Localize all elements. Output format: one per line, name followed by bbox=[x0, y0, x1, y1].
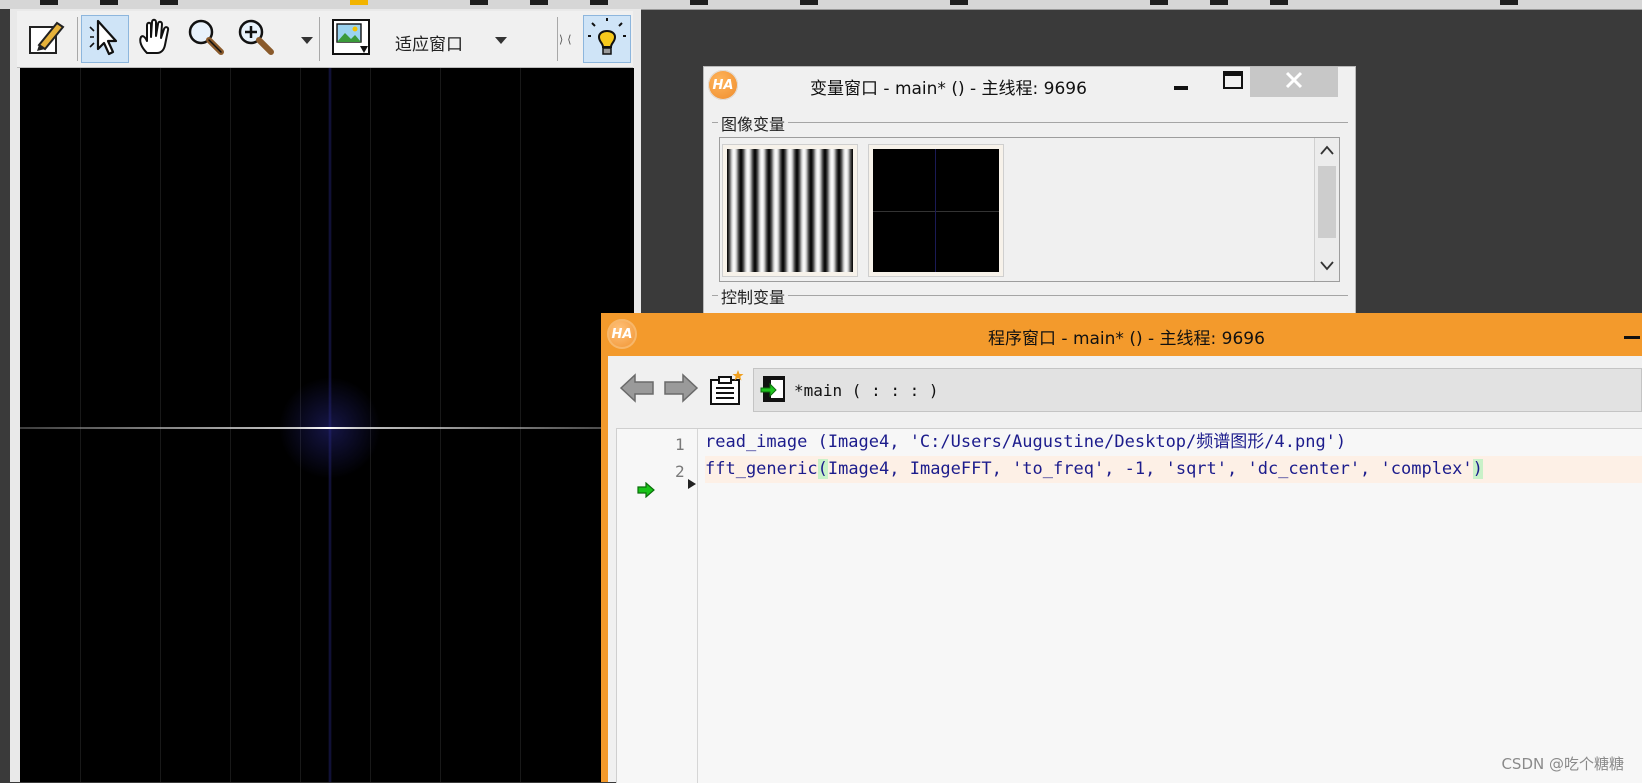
toolbar-fragment bbox=[160, 0, 178, 5]
zoom-dropdown-arrow-icon[interactable] bbox=[301, 37, 313, 44]
graphics-window: 适应窗口 ⟩⟨ ⟨⟩ bbox=[0, 9, 641, 782]
iconic-variables-label: 图像变量 bbox=[718, 111, 789, 135]
fit-image-icon bbox=[330, 16, 372, 62]
maximize-button[interactable] bbox=[1218, 70, 1248, 94]
minimize-button[interactable] bbox=[1621, 327, 1641, 343]
toolbar-separator bbox=[319, 17, 320, 61]
group-divider bbox=[712, 122, 1348, 123]
toolbar-fragment bbox=[100, 0, 118, 5]
window-border bbox=[0, 9, 10, 782]
clipboard-star-icon bbox=[707, 368, 745, 412]
toolbar-separator bbox=[557, 17, 558, 61]
toolbar-fragment bbox=[950, 0, 968, 5]
program-toolbar: *main ( : : : ) bbox=[608, 356, 1642, 424]
fit-image-button[interactable] bbox=[327, 15, 375, 63]
zoom-mode-dropdown-icon[interactable] bbox=[495, 37, 507, 44]
toolbar-fragment bbox=[1210, 0, 1228, 5]
toolbar-fragment bbox=[40, 0, 58, 5]
minimize-icon bbox=[1173, 75, 1189, 95]
pointer-tool-button[interactable] bbox=[81, 15, 129, 63]
toolbar-fragment bbox=[1500, 0, 1518, 5]
toolbar-fragment bbox=[530, 0, 548, 5]
program-window-body: *main ( : : : ) 1 2 read_image (Image4, … bbox=[608, 356, 1642, 783]
variable-window-titlebar[interactable]: HA 变量窗口 - main* () - 主线程: 9696 bbox=[704, 67, 1355, 103]
halcon-logo-icon: HA bbox=[708, 70, 738, 100]
toolbar-separator bbox=[77, 17, 78, 61]
scrollbar-thumb[interactable] bbox=[1318, 166, 1336, 238]
pointer-icon bbox=[86, 17, 124, 61]
variable-window: HA 变量窗口 - main* () - 主线程: 9696 图像变量 控制变量 bbox=[703, 66, 1356, 326]
line-gutter[interactable]: 1 2 bbox=[617, 429, 698, 783]
arrow-right-icon bbox=[663, 372, 699, 408]
matched-paren: ) bbox=[1472, 459, 1483, 479]
fft-image-preview bbox=[873, 149, 999, 272]
toolbar-fragment bbox=[1150, 0, 1168, 5]
matched-paren: ( bbox=[817, 459, 828, 479]
minimize-icon bbox=[1622, 325, 1640, 345]
code-editor[interactable]: 1 2 read_image (Image4, 'C:/Users/August… bbox=[616, 428, 1642, 783]
zoom-tool-button[interactable] bbox=[231, 15, 279, 63]
spectrum-horizontal-line bbox=[20, 427, 634, 429]
close-icon bbox=[1285, 71, 1303, 93]
stripe-image-preview bbox=[727, 149, 853, 272]
vertical-scrollbar[interactable] bbox=[1314, 138, 1339, 281]
zoom-in-icon bbox=[235, 17, 275, 61]
arrow-left-icon bbox=[619, 372, 655, 408]
graphics-toolbar: 适应窗口 ⟩⟨ ⟨⟩ bbox=[17, 11, 633, 68]
magnify-tool-button[interactable] bbox=[181, 15, 229, 63]
insert-cursor-marker bbox=[688, 479, 696, 489]
hand-pan-icon bbox=[135, 17, 175, 61]
toolbar-fragment bbox=[350, 0, 368, 5]
procedure-name: *main ( : : : ) bbox=[794, 381, 939, 400]
feedback-button[interactable] bbox=[583, 15, 631, 63]
zoom-mode-value[interactable]: 适应窗口 bbox=[395, 30, 463, 55]
toolbar-fragment bbox=[590, 0, 608, 5]
close-button[interactable] bbox=[1250, 67, 1338, 97]
toolbar-fragment bbox=[690, 0, 708, 5]
program-window-titlebar[interactable]: HA 程序窗口 - main* () - 主线程: 9696 bbox=[601, 313, 1642, 356]
procedure-list-button[interactable] bbox=[706, 368, 746, 412]
toolbar-fragment bbox=[470, 0, 488, 5]
toolbar-fragment bbox=[1270, 0, 1288, 5]
variable-window-title: 变量窗口 - main* () - 主线程: 9696 bbox=[810, 79, 1087, 99]
operator-name: fft_generic bbox=[705, 459, 818, 479]
code-line[interactable]: read_image (Image4, 'C:/Users/Augustine/… bbox=[705, 429, 1642, 456]
pan-tool-button[interactable] bbox=[131, 15, 179, 63]
image-canvas[interactable] bbox=[20, 68, 634, 782]
spectrum-vertical-line bbox=[328, 68, 332, 782]
procedure-icon bbox=[760, 374, 790, 410]
line-number: 1 bbox=[675, 435, 685, 454]
image-variable-thumbnail[interactable] bbox=[722, 144, 858, 277]
forward-button[interactable] bbox=[662, 370, 700, 410]
watermark: CSDN @吃个糖糖 bbox=[1501, 755, 1624, 773]
minimize-button[interactable] bbox=[1167, 73, 1195, 97]
program-window: HA 程序窗口 - main* () - 主线程: 9696 *main (:… bbox=[601, 313, 1642, 783]
set-parameters-icon bbox=[27, 17, 67, 61]
code-arguments: Image4, ImageFFT, 'to_freq', -1, 'sqrt',… bbox=[827, 459, 1473, 479]
back-button[interactable] bbox=[618, 370, 656, 410]
line-number: 2 bbox=[675, 462, 685, 481]
iconic-variables-panel bbox=[719, 137, 1340, 282]
toolbar-fragment bbox=[800, 0, 818, 5]
magnifier-icon bbox=[185, 17, 225, 61]
procedure-selector[interactable]: *main ( : : : ) bbox=[753, 368, 1642, 412]
scroll-up-icon[interactable] bbox=[1319, 142, 1335, 158]
code-line-current[interactable]: fft_generic(Image4, ImageFFT, 'to_freq',… bbox=[705, 456, 1642, 483]
lightbulb-icon bbox=[587, 17, 627, 61]
set-parameters-button[interactable] bbox=[23, 15, 71, 63]
image-variable-thumbnail[interactable] bbox=[868, 144, 1004, 277]
scroll-down-icon[interactable] bbox=[1319, 258, 1335, 274]
group-divider bbox=[712, 295, 1348, 296]
program-counter-icon bbox=[637, 481, 655, 502]
maximize-icon bbox=[1223, 71, 1243, 93]
control-variables-label: 控制变量 bbox=[718, 284, 789, 308]
code-text: read_image (Image4, 'C:/Users/Augustine/… bbox=[705, 432, 1347, 452]
halcon-logo-icon: HA bbox=[607, 319, 637, 349]
program-window-title: 程序窗口 - main* () - 主线程: 9696 bbox=[988, 329, 1265, 349]
